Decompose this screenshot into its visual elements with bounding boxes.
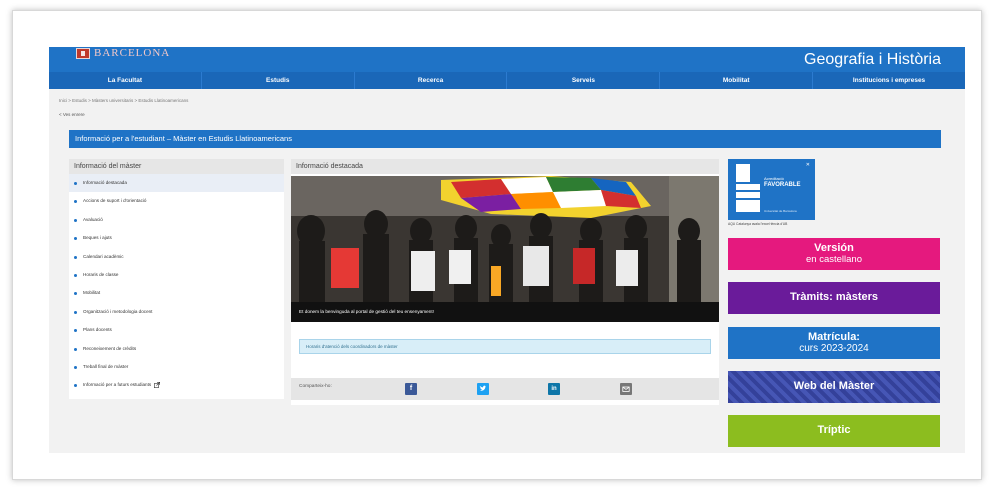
sidebar-item-label: Mobilitat xyxy=(83,290,101,296)
sidebar-item-futurs[interactable]: Informació per a futurs estudiants xyxy=(69,376,284,394)
sidebar-item-beques[interactable]: Beques i ajuts xyxy=(69,229,284,247)
sidebar-item-horaris[interactable]: Horaris de classe xyxy=(69,266,284,284)
facebook-icon[interactable]: f xyxy=(405,383,417,395)
sidebar-item-avaluacio[interactable]: Avaluació xyxy=(69,211,284,229)
sidebar-item-label: Plans docents xyxy=(83,327,112,333)
triptic-button[interactable]: Tríptic xyxy=(728,415,940,447)
sidebar-item-label: Informació destacada xyxy=(83,180,127,185)
button-label: Web del Màster xyxy=(793,380,875,393)
nav-item-estudis[interactable]: Estudis xyxy=(202,72,355,89)
university-logo[interactable]: BARCELONA xyxy=(76,47,170,59)
button-sublabel: en castellano xyxy=(806,253,862,265)
sidebar-item-mobilitat[interactable]: Mobilitat xyxy=(69,284,284,302)
aqu-close-icon: ✕ xyxy=(805,162,810,168)
button-label: Matrícula: xyxy=(808,330,860,343)
twitter-icon[interactable] xyxy=(477,383,489,395)
sidebar: Informació del màster Informació destaca… xyxy=(69,159,284,399)
web-master-button[interactable]: Web del Màster xyxy=(728,371,940,403)
photo-caption: Et donem la benvinguda al portal de gest… xyxy=(291,302,719,322)
aqu-line1: Acreditació xyxy=(764,176,784,181)
email-icon[interactable] xyxy=(620,383,632,395)
breadcrumb[interactable]: Inici > Estudis > Màsters universitaris … xyxy=(59,98,188,103)
back-link[interactable]: < Ves enrere xyxy=(59,112,85,117)
sidebar-title: Informació del màster xyxy=(69,159,284,174)
sidebar-item-suport[interactable]: Accions de suport i d'orientació xyxy=(69,192,284,210)
shield-icon xyxy=(76,47,90,59)
sidebar-item-calendari[interactable]: Calendari acadèmic xyxy=(69,248,284,266)
sidebar-item-label: Beques i ajuts xyxy=(83,235,112,241)
nav-item-recerca[interactable]: Recerca xyxy=(355,72,508,89)
featured-photo[interactable]: Et donem la benvinguda al portal de gest… xyxy=(291,176,719,322)
sidebar-item-plans[interactable]: Plans docents xyxy=(69,321,284,339)
share-label: Comparteix-ho: xyxy=(299,384,332,389)
sidebar-item-label: Reconeixement de crèdits xyxy=(83,345,137,351)
logo-text: BARCELONA xyxy=(94,47,171,59)
aqu-small: Universitat de Barcelona xyxy=(764,209,797,213)
sidebar-item-label: Horaris de classe xyxy=(83,271,119,277)
sidebar-item-label: Treball final de màster xyxy=(83,363,129,369)
main-content: Informació destacada Et donem la benving… xyxy=(291,159,719,405)
button-label: Tríptic xyxy=(817,424,851,437)
button-label: Tràmits: màsters xyxy=(789,291,879,304)
aqu-logo-icon xyxy=(736,164,760,212)
external-link-icon xyxy=(154,382,161,389)
site-title[interactable]: Geografia i Història xyxy=(804,51,941,69)
sidebar-item-label: Calendari acadèmic xyxy=(83,253,124,259)
linkedin-icon[interactable]: in xyxy=(548,383,560,395)
tramits-masters-button[interactable]: Tràmits: màsters xyxy=(728,282,940,314)
crowd-photo-image xyxy=(291,176,719,302)
sidebar-item-destacada[interactable]: Informació destacada xyxy=(69,174,284,193)
sidebar-item-tfm[interactable]: Treball final de màster xyxy=(69,358,284,376)
aqu-line2: FAVORABLE xyxy=(764,182,801,188)
aqu-note: AQU Catalunya avala l'excel·lència d'UB xyxy=(728,222,788,226)
info-link-box[interactable]: Horaris d'atenció dels coordinadors de m… xyxy=(299,339,711,354)
sidebar-item-reconeixement[interactable]: Reconeixement de crèdits xyxy=(69,340,284,358)
sidebar-item-label: Avaluació xyxy=(83,216,103,222)
section-title: Informació destacada xyxy=(291,159,719,174)
nav-item-serveis[interactable]: Serveis xyxy=(507,72,661,89)
sidebar-item-label: Informació per a futurs estudiants xyxy=(83,382,152,388)
page-title: Informació per a l'estudiant – Màster en… xyxy=(69,130,941,148)
header-bar: BARCELONA Geografia i Història xyxy=(49,47,965,72)
main-nav: La Facultat Estudis Recerca Serveis Mobi… xyxy=(49,72,965,89)
sidebar-item-label: Accions de suport i d'orientació xyxy=(83,198,147,204)
sidebar-item-label: Organització i metodologia docent xyxy=(83,308,153,314)
web-page: BARCELONA Geografia i Història La Facult… xyxy=(49,47,965,453)
share-bar: Comparteix-ho: f in xyxy=(291,378,719,400)
aqu-accreditation-badge[interactable]: ✕ Acreditació FAVORABLE Universitat de B… xyxy=(728,159,815,220)
matricula-button[interactable]: Matrícula: curs 2023-2024 xyxy=(728,327,940,359)
nav-item-facultat[interactable]: La Facultat xyxy=(49,72,202,89)
button-sublabel: curs 2023-2024 xyxy=(799,342,869,354)
nav-item-mobilitat[interactable]: Mobilitat xyxy=(660,72,814,89)
sidebar-item-organitzacio[interactable]: Organització i metodologia docent xyxy=(69,303,284,321)
version-castellano-button[interactable]: Versión en castellano xyxy=(728,238,940,270)
nav-item-institucions[interactable]: Institucions i empreses xyxy=(813,72,965,89)
